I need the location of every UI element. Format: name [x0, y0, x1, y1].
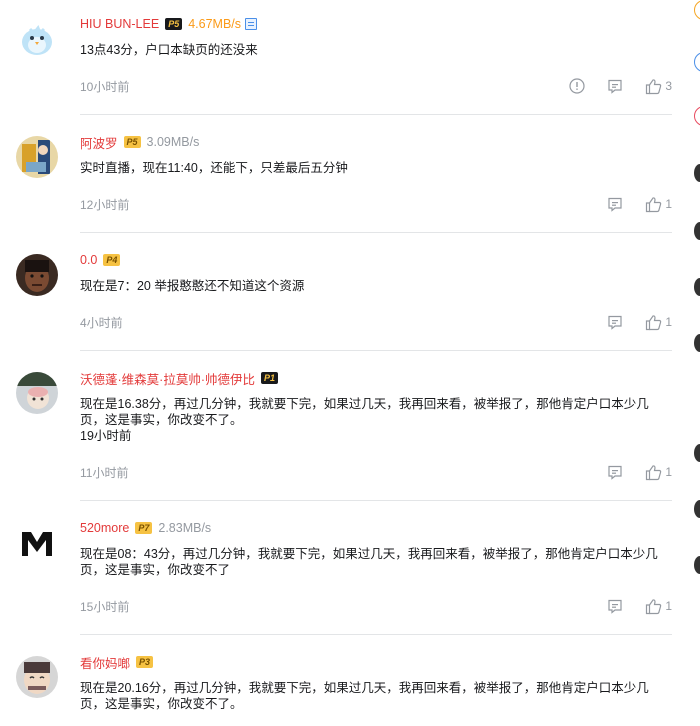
- comment-time: 11小时前: [80, 465, 129, 480]
- name-row: 520more P7 2.83MB/s: [80, 518, 672, 538]
- thumbs-up-icon: [645, 78, 662, 95]
- comment-footer: 4小时前 1: [80, 312, 672, 332]
- reply-icon[interactable]: [607, 78, 623, 94]
- comment-divider: [80, 634, 672, 635]
- like-count: 1: [665, 599, 672, 613]
- like-button[interactable]: 3: [645, 78, 672, 95]
- level-value: 4: [112, 255, 118, 265]
- comment-actions: 1: [585, 312, 672, 332]
- like-count: 1: [665, 197, 672, 211]
- name-row: 沃德蓬·维森莫·拉莫帅·帅德伊比 P1: [80, 368, 672, 388]
- username-link[interactable]: 看你妈啷: [80, 653, 130, 672]
- side-button-icon[interactable]: [694, 106, 700, 126]
- comment-actions: 1: [585, 462, 672, 482]
- level-badge: P3: [136, 656, 154, 668]
- comment-time: 15小时前: [80, 599, 130, 614]
- comment-divider: [80, 114, 672, 115]
- username-link[interactable]: 阿波罗: [80, 133, 118, 152]
- vip-icon: [245, 18, 258, 30]
- avatar[interactable]: [16, 522, 58, 564]
- level-value: 1: [270, 373, 276, 383]
- comment-actions: 1: [585, 194, 672, 214]
- name-row: HIU BUN-LEE P5 4.67MB/s: [80, 14, 672, 34]
- comment-time: 12小时前: [80, 197, 130, 212]
- thumbs-up-icon: [645, 598, 662, 615]
- level-value: 5: [174, 19, 180, 29]
- comment-footer: 11小时前 1: [80, 462, 672, 482]
- side-button-icon[interactable]: [694, 52, 700, 72]
- side-avatar[interactable]: [694, 222, 700, 240]
- thumbs-up-icon: [645, 196, 662, 213]
- side-avatar[interactable]: [694, 444, 700, 462]
- username-link[interactable]: HIU BUN-LEE: [80, 17, 159, 31]
- like-button[interactable]: 1: [645, 598, 672, 615]
- comment-text: 现在是08：43分，再过几分钟，我就要下完，如果过几天，我再回来看，被举报了，那…: [80, 547, 658, 577]
- name-row: 0.0 P4: [80, 250, 672, 270]
- comment-divider: [80, 500, 672, 501]
- like-button[interactable]: 1: [645, 314, 672, 331]
- comment-text: 现在是16.38分，再过几分钟，我就要下完，如果过几天，我再回来看，被举报了，那…: [80, 397, 649, 443]
- level-value: 7: [144, 523, 150, 533]
- reply-icon[interactable]: [607, 196, 623, 212]
- comment-time: 4小时前: [80, 315, 123, 330]
- avatar[interactable]: [16, 254, 58, 296]
- comment-text: 实时直播，现在11:40，还能下，只差最后五分钟: [80, 161, 348, 175]
- name-row: 看你妈啷 P3: [80, 652, 672, 672]
- level-value: 3: [145, 657, 151, 667]
- side-button-icon[interactable]: [694, 0, 700, 20]
- reply-icon[interactable]: [607, 598, 623, 614]
- avatar[interactable]: [16, 136, 58, 178]
- comment-time: 10小时前: [80, 79, 130, 94]
- username-link[interactable]: 520more: [80, 521, 129, 535]
- comment-divider: [80, 350, 672, 351]
- like-count: 1: [665, 465, 672, 479]
- avatar[interactable]: [16, 656, 58, 698]
- like-count: 3: [665, 79, 672, 93]
- comment-text: 13点43分，户口本缺页的还没来: [80, 43, 258, 57]
- report-icon[interactable]: [569, 78, 585, 94]
- level-badge: P5: [165, 18, 183, 30]
- level-badge: P4: [103, 254, 121, 266]
- level-badge: P7: [135, 522, 153, 534]
- comment-text: 现在是20.16分，再过几分钟，我就要下完，如果过几天，我再回来看，被举报了，那…: [80, 681, 649, 711]
- like-button[interactable]: 1: [645, 464, 672, 481]
- right-edge-strip: [694, 0, 700, 726]
- side-avatar[interactable]: [694, 334, 700, 352]
- comment-text: 现在是7：20 举报憨憨还不知道这个资源: [80, 279, 305, 293]
- comment-footer: 10小时前 3: [80, 76, 672, 96]
- thumbs-up-icon: [645, 464, 662, 481]
- side-avatar[interactable]: [694, 164, 700, 182]
- side-avatar[interactable]: [694, 278, 700, 296]
- thumbs-up-icon: [645, 314, 662, 331]
- like-button[interactable]: 1: [645, 196, 672, 213]
- level-badge: P5: [123, 136, 141, 148]
- level-badge: P1: [261, 372, 279, 384]
- comment-actions: 3: [547, 76, 672, 96]
- speed-text: 2.83MB/s: [158, 521, 212, 535]
- comment-actions: 1: [585, 596, 672, 616]
- reply-icon[interactable]: [607, 464, 623, 480]
- username-link[interactable]: 0.0: [80, 253, 97, 267]
- side-avatar[interactable]: [694, 500, 700, 518]
- username-link[interactable]: 沃德蓬·维森莫·拉莫帅·帅德伊比: [80, 369, 255, 388]
- name-row: 阿波罗 P5 3.09MB/s: [80, 132, 672, 152]
- comment-footer: 12小时前 1: [80, 194, 672, 214]
- speed-text: 4.67MB/s: [188, 17, 242, 31]
- side-avatar[interactable]: [694, 556, 700, 574]
- reply-icon[interactable]: [607, 314, 623, 330]
- avatar[interactable]: [16, 372, 58, 414]
- avatar[interactable]: [16, 18, 58, 60]
- comment-footer: 15小时前 1: [80, 596, 672, 616]
- speed-text: 3.09MB/s: [146, 135, 200, 149]
- like-count: 1: [665, 315, 672, 329]
- level-value: 5: [132, 137, 138, 147]
- comment-divider: [80, 232, 672, 233]
